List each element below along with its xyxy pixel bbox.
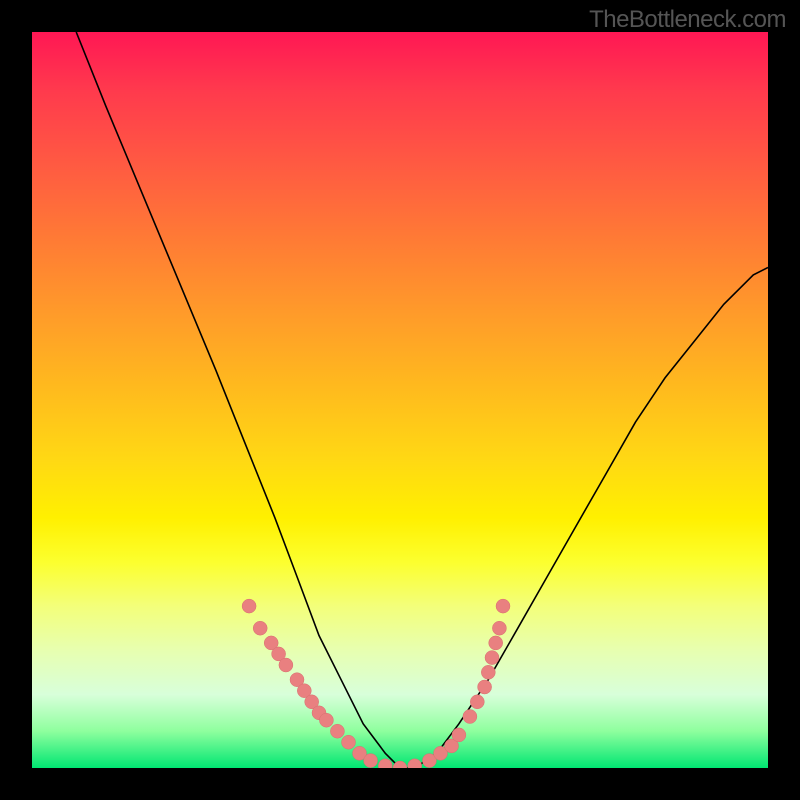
scatter-dot [481,665,495,679]
scatter-dot [470,695,484,709]
scatter-dot [408,759,422,768]
scatter-dot [485,651,499,665]
watermark-text: TheBottleneck.com [589,6,786,34]
scatter-dots [242,599,510,768]
bottleneck-curve [76,32,768,768]
scatter-dot [496,599,510,613]
chart-svg [32,32,768,768]
scatter-dot [279,658,293,672]
scatter-dot [330,724,344,738]
scatter-dot [242,599,256,613]
scatter-dot [319,713,333,727]
scatter-dot [478,680,492,694]
scatter-dot [378,759,392,768]
scatter-dot [364,754,378,768]
scatter-dot [342,735,356,749]
scatter-dot [253,621,267,635]
chart-plot-area [32,32,768,768]
scatter-dot [489,636,503,650]
scatter-dot [452,728,466,742]
scatter-dot [463,710,477,724]
scatter-dot [492,621,506,635]
